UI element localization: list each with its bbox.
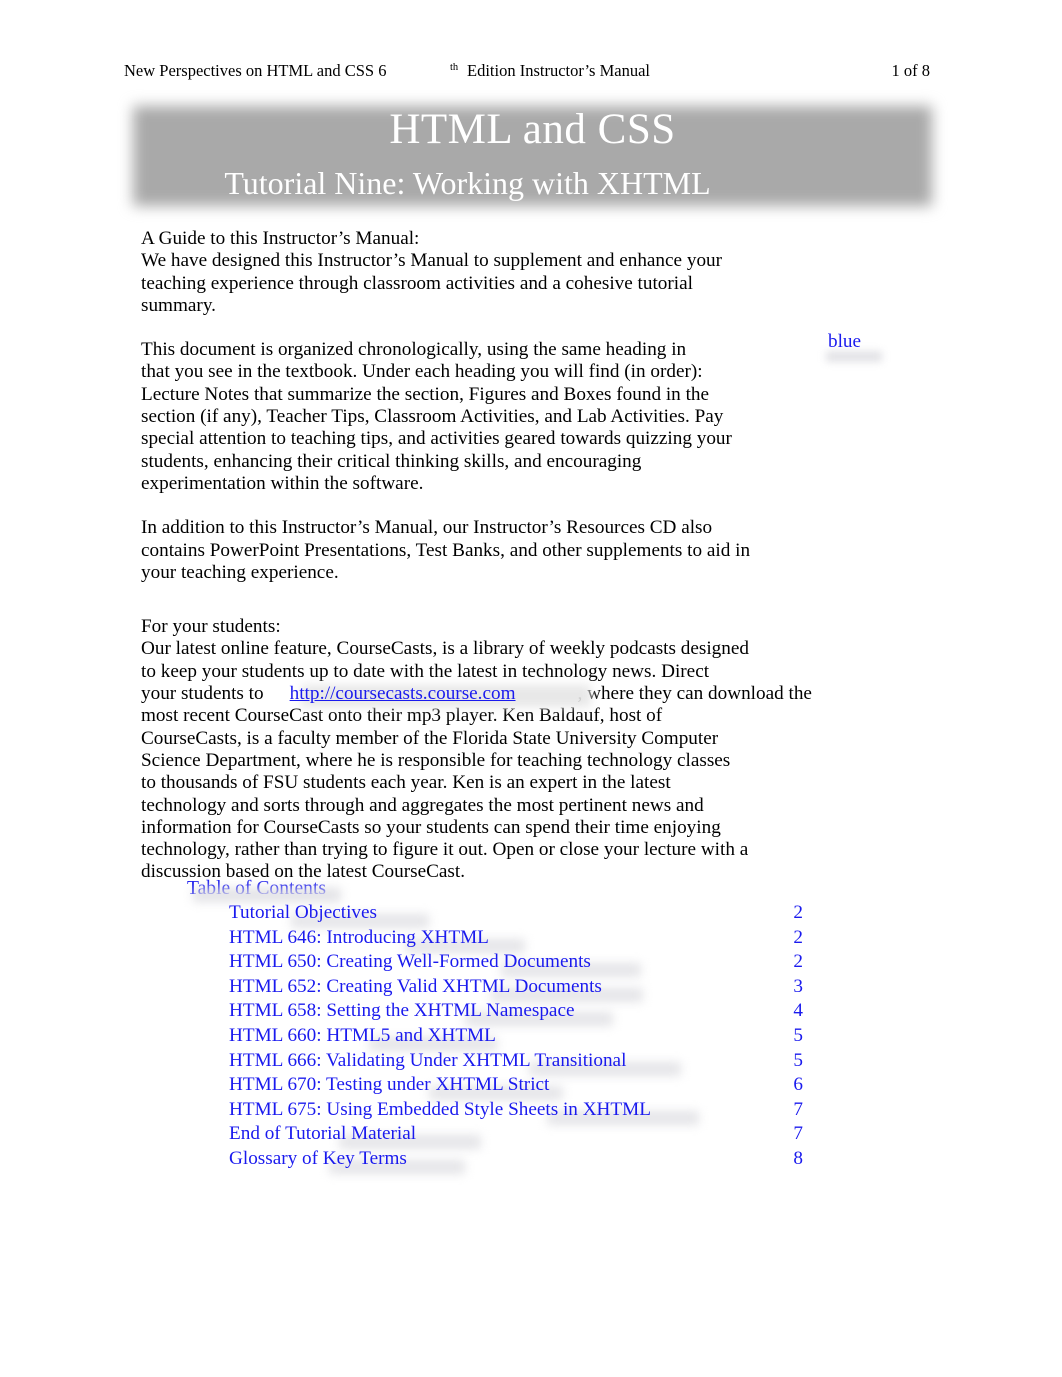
coursecasts-url-line: your students to http://coursecasts.cours… <box>141 683 901 708</box>
guide-line: teaching experience through classroom ac… <box>141 272 693 294</box>
students-line: to keep your students up to date with th… <box>141 660 710 682</box>
toc-entry-label: Tutorial Objectives <box>229 902 377 923</box>
students-line: technology and sorts through and aggrega… <box>141 794 704 816</box>
banner-title: HTML and CSS <box>389 106 676 153</box>
document-running-header: New Perspectives on HTML and CSS 6 th Ed… <box>124 58 936 84</box>
students-line: CourseCasts, is a faculty member of the … <box>141 727 719 749</box>
toc-entry[interactable]: End of Tutorial Material 7 <box>229 1122 803 1150</box>
organization-line: section (if any), Teacher Tips, Classroo… <box>141 406 724 428</box>
toc-entry-label: HTML 650: Creating Well-Formed Documents <box>229 951 591 973</box>
toc-entry-label: End of Tutorial Material <box>229 1123 417 1145</box>
coursecasts-link[interactable]: http://coursecasts.course.com <box>290 683 516 704</box>
organization-line: Lecture Notes that summarize the section… <box>141 383 710 405</box>
header-page-indicator: 1 of 8 <box>891 61 931 80</box>
guide-section: A Guide to this Instructor’s Manual: We … <box>141 228 901 317</box>
document-body: A Guide to this Instructor’s Manual: We … <box>141 228 901 884</box>
header-title-rest: Edition Instructor’s Manual <box>467 61 650 80</box>
document-page: New Perspectives on HTML and CSS 6 th Ed… <box>0 0 1062 1377</box>
organization-line: special attention to teaching tips, and … <box>141 428 732 450</box>
students-section: For your students: Our latest online fea… <box>141 616 901 884</box>
toc-entry-page: 7 <box>793 1123 803 1145</box>
toc-entry-page: 6 <box>793 1074 803 1096</box>
toc-entry[interactable]: HTML 666: Validating Under XHTML Transit… <box>229 1049 803 1076</box>
resources-paragraph: In addition to this Instructor’s Manual,… <box>141 517 901 584</box>
students-line: most recent CourseCast onto their mp3 pl… <box>141 705 663 727</box>
students-line: technology, rather than trying to figure… <box>141 839 749 861</box>
toc-entry-label: HTML 666: Validating Under XHTML Transit… <box>229 1049 627 1071</box>
title-banner: HTML and CSS Tutorial Nine: Working with… <box>125 99 940 213</box>
toc-entry-list: Tutorial Objectives 2 HTML 646: Introducin… <box>187 901 803 1174</box>
header-title-main: New Perspectives on HTML and CSS 6 <box>124 61 387 80</box>
url-line-suffix: , where they can download the <box>577 683 812 705</box>
toc-entry-page: 2 <box>793 902 803 923</box>
toc-entry[interactable]: HTML 675: Using Embedded Style Sheets in… <box>229 1098 803 1125</box>
toc-entry-label: HTML 660: HTML5 and XHTML <box>229 1024 496 1046</box>
organization-line: students, enhancing their critical think… <box>141 450 642 472</box>
resources-line: contains PowerPoint Presentations, Test … <box>141 539 751 561</box>
toc-entry-page: 7 <box>793 1098 803 1120</box>
organization-line: This document is organized chronological… <box>141 339 687 361</box>
blue-annotation: blue <box>828 331 862 352</box>
header-ordinal-superscript: th <box>450 62 459 73</box>
toc-entry-label: HTML 658: Setting the XHTML Namespace <box>229 1000 575 1022</box>
toc-entry[interactable]: HTML 660: HTML5 and XHTML 5 <box>229 1024 803 1051</box>
toc-entry-page: 5 <box>793 1049 803 1071</box>
toc-heading: Table of Contents <box>187 876 787 902</box>
toc-entry-label: Glossary of Key Terms <box>229 1147 407 1169</box>
toc-entry[interactable]: HTML 650: Creating Well-Formed Documents… <box>229 950 803 978</box>
students-heading: For your students: <box>141 616 281 638</box>
toc-entry-page: 8 <box>793 1147 803 1169</box>
table-of-contents: Table of Contents Tutorial Objectives2HT… <box>187 876 803 1174</box>
resources-line: In addition to this Instructor’s Manual,… <box>141 517 713 539</box>
toc-entry-label: HTML 675: Using Embedded Style Sheets in… <box>229 1098 651 1120</box>
url-line-prefix: your students to <box>141 683 264 705</box>
toc-entry[interactable]: HTML 646: Introducing XHTML 2 <box>229 926 803 953</box>
toc-entry-page: 2 <box>793 951 803 973</box>
toc-heading-smudge <box>193 888 341 902</box>
toc-entry-label: HTML 670: Testing under XHTML Strict <box>229 1074 550 1096</box>
toc-entry-page: 4 <box>793 1000 803 1022</box>
toc-entry-page: 2 <box>793 926 803 948</box>
students-line: Our latest online feature, CourseCasts, … <box>141 638 749 660</box>
organization-line: experimentation within the software. <box>141 472 424 494</box>
students-line: Science Department, where he is responsi… <box>141 749 731 771</box>
toc-entry[interactable]: HTML 670: Testing under XHTML Strict 6 <box>229 1073 803 1101</box>
guide-line: summary. <box>141 294 216 316</box>
organization-paragraph: This document is organized chronological… <box>141 339 901 495</box>
guide-line: We have designed this Instructor’s Manua… <box>141 250 723 272</box>
toc-entry-label: HTML 652: Creating Valid XHTML Documents <box>229 975 602 997</box>
toc-entry[interactable]: HTML 658: Setting the XHTML Namespace 4 <box>229 999 803 1027</box>
banner-subtitle: Tutorial Nine: Working with XHTML <box>224 165 711 201</box>
toc-entry[interactable]: Glossary of Key Terms 8 <box>229 1147 803 1174</box>
toc-entry-label: HTML 646: Introducing XHTML <box>229 926 489 948</box>
toc-entry[interactable]: Tutorial Objectives 2 <box>229 901 803 928</box>
students-line: information for CourseCasts so your stud… <box>141 816 721 838</box>
toc-entry-page: 3 <box>793 975 803 997</box>
title-banner-text: HTML and CSS Tutorial Nine: Working with… <box>125 99 940 213</box>
organization-line: that you see in the textbook. Under each… <box>141 361 703 383</box>
students-line: to thousands of FSU students each year. … <box>141 772 671 794</box>
resources-line: your teaching experience. <box>141 561 339 583</box>
guide-heading: A Guide to this Instructor’s Manual: <box>141 228 420 249</box>
toc-entry-page: 5 <box>793 1024 803 1046</box>
toc-entry[interactable]: HTML 652: Creating Valid XHTML Documents… <box>229 975 803 1002</box>
